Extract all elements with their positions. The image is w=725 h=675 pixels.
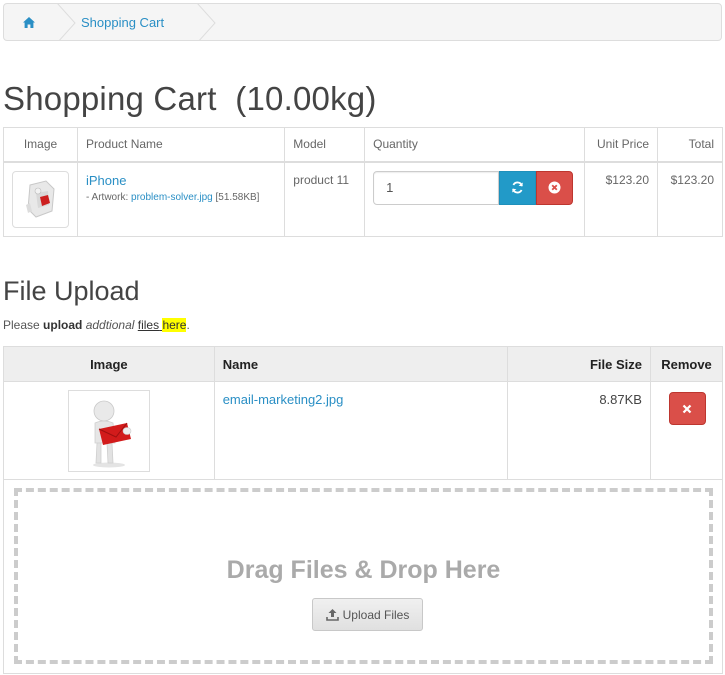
breadcrumb-shopping-cart[interactable]: Shopping Cart xyxy=(54,4,216,40)
note-files: files xyxy=(137,318,160,332)
remove-file-button[interactable] xyxy=(668,392,706,425)
refresh-icon xyxy=(512,181,524,194)
col-header-product-name: Product Name xyxy=(76,127,286,163)
cart-header-row: Image Product Name Model Quantity Unit P… xyxy=(3,127,723,163)
product-thumbnail[interactable] xyxy=(12,170,69,228)
file-name-cell: email-marketing2.jpg xyxy=(213,381,509,480)
file-thumbnail[interactable] xyxy=(67,390,150,472)
cart-table: Image Product Name Model Quantity Unit P… xyxy=(3,127,723,237)
upload-note: Please upload addtional files here. xyxy=(3,318,190,332)
col-header-unit-price: Unit Price xyxy=(584,127,658,163)
upload-header-row: Image Name File Size Remove xyxy=(3,346,724,382)
page-title: Shopping Cart (10.00kg) xyxy=(3,80,377,117)
breadcrumb-home[interactable] xyxy=(4,4,76,40)
uploaded-files-table: Image Name File Size Remove email-market… xyxy=(3,346,724,480)
product-option: - Artwork: problem-solver.jpg [51.58KB] xyxy=(86,192,276,203)
col-header-file-name: Name xyxy=(213,346,509,382)
col-header-model: Model xyxy=(284,127,366,163)
upload-files-label: Upload Files xyxy=(342,607,410,622)
option-file-size: [51.58KB] xyxy=(212,191,260,203)
cart-image-cell xyxy=(3,161,78,237)
col-header-file-size: File Size xyxy=(507,346,651,382)
uploaded-file-row: email-marketing2.jpg 8.87KB xyxy=(3,381,724,480)
quantity-input[interactable] xyxy=(373,170,500,205)
note-addtional: addtional xyxy=(85,318,135,332)
close-icon xyxy=(683,404,692,413)
upload-files-button[interactable]: Upload Files xyxy=(312,598,423,631)
cart-total-cell: $123.20 xyxy=(657,161,723,237)
breadcrumb: Shopping Cart xyxy=(3,3,722,41)
file-image-cell xyxy=(3,381,215,480)
option-file-link[interactable]: problem-solver.jpg xyxy=(131,192,213,203)
col-header-quantity: Quantity xyxy=(364,127,586,163)
remove-item-button[interactable] xyxy=(536,170,574,205)
file-upload-title: File Upload xyxy=(3,276,140,306)
drop-zone[interactable]: Drag Files & Drop Here Upload Files xyxy=(14,488,713,664)
home-icon xyxy=(23,16,35,28)
cart-name-cell: iPhone - Artwork: problem-solver.jpg [51… xyxy=(76,161,286,237)
times-circle-icon xyxy=(548,181,561,194)
cart-row: iPhone - Artwork: problem-solver.jpg [51… xyxy=(3,161,723,237)
product-name-link[interactable]: iPhone xyxy=(86,173,126,188)
note-upload: upload xyxy=(43,318,83,332)
note-please: Please xyxy=(3,318,44,332)
col-header-total: Total xyxy=(657,127,723,163)
breadcrumb-cart-label[interactable]: Shopping Cart xyxy=(81,15,164,30)
product-image xyxy=(16,174,65,224)
drop-zone-container: Drag Files & Drop Here Upload Files xyxy=(3,478,723,674)
cart-unit-price-cell: $123.20 xyxy=(584,161,658,237)
note-period: . xyxy=(186,318,190,332)
col-header-remove: Remove xyxy=(649,346,724,382)
file-image xyxy=(70,393,147,469)
cart-quantity-cell xyxy=(364,161,586,237)
quantity-group xyxy=(373,170,576,205)
col-header-image: Image xyxy=(3,127,78,163)
file-name-link[interactable]: email-marketing2.jpg xyxy=(223,392,344,407)
update-quantity-button[interactable] xyxy=(499,170,537,205)
upload-icon xyxy=(325,609,339,621)
cart-model-cell: product 11 xyxy=(284,161,366,237)
file-size-cell: 8.87KB xyxy=(507,381,651,480)
note-here-highlight: here xyxy=(162,318,187,332)
file-remove-cell xyxy=(649,381,724,480)
option-label: - Artwork: xyxy=(86,191,132,203)
drop-zone-text: Drag Files & Drop Here xyxy=(226,556,501,584)
col-header-file-image: Image xyxy=(3,346,215,382)
